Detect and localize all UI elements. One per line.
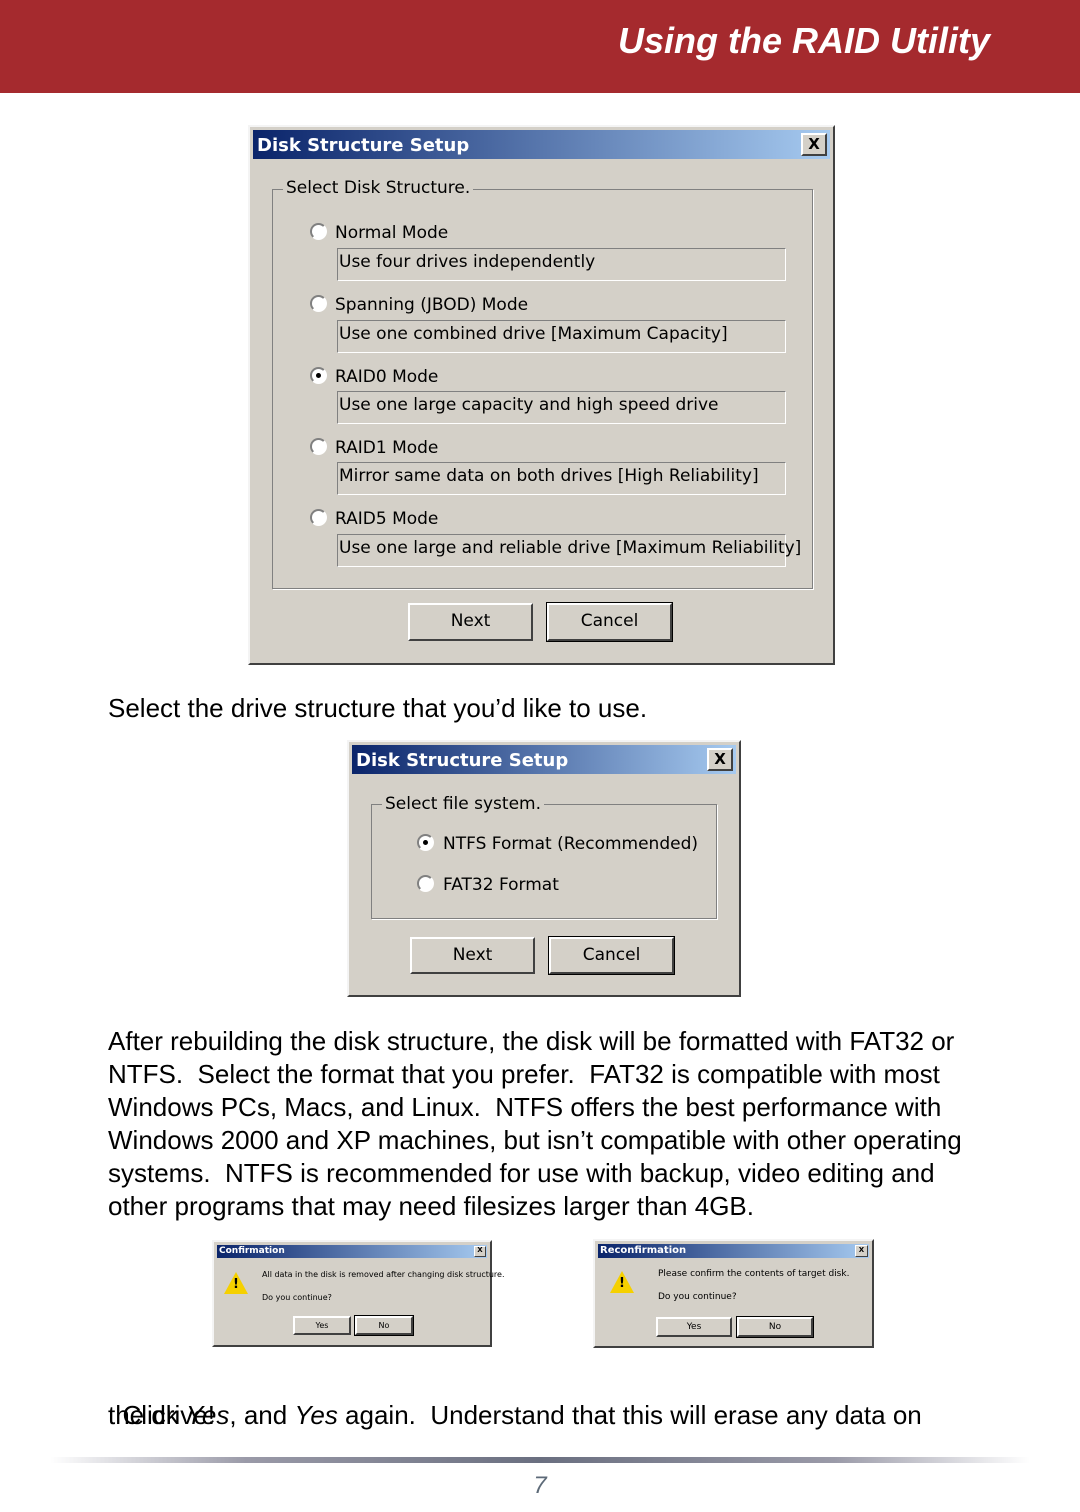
reconfirm-message: Please confirm the contents of target di… <box>658 1269 850 1279</box>
spanning-mode-label: Spanning (JBOD) Mode <box>335 295 529 315</box>
normal-mode-description: Use four drives independently <box>337 248 786 281</box>
spanning-mode-description: Use one combined drive [Maximum Capacity… <box>337 320 786 353</box>
file-system-group <box>371 804 717 919</box>
title-bar: Reconfirmation X <box>598 1244 869 1258</box>
page-header: Using the RAID Utility <box>0 0 1080 93</box>
close-button[interactable]: X <box>707 748 733 771</box>
dialog-title: Disk Structure Setup <box>356 750 569 771</box>
paragraph-line: other programs that may need filesizes l… <box>108 1191 754 1221</box>
raid1-mode-description: Mirror same data on both drives [High Re… <box>337 462 786 495</box>
dialog-title: Reconfirmation <box>600 1245 687 1256</box>
caption-select-structure: Select the drive structure that you’d li… <box>108 693 648 723</box>
no-button[interactable]: No <box>354 1315 414 1336</box>
dialog-title: Disk Structure Setup <box>257 135 470 156</box>
radio-ntfs-format[interactable] <box>417 834 434 851</box>
dialog-title: Confirmation <box>219 1246 285 1256</box>
title-bar: Disk Structure Setup X <box>352 745 736 774</box>
title-bar: Disk Structure Setup X <box>253 130 830 159</box>
normal-mode-label: Normal Mode <box>335 223 449 243</box>
paragraph-line: Windows PCs, Macs, and Linux. NTFS offer… <box>108 1092 942 1122</box>
warning-icon: ! <box>610 1271 634 1293</box>
title-bar: Confirmation X <box>217 1245 487 1258</box>
radio-fat32-format[interactable] <box>417 875 434 892</box>
caption-click-yes-line2: the drive! <box>108 1400 215 1430</box>
group-label: Select file system. <box>382 794 545 814</box>
caption-text: , and <box>229 1400 295 1430</box>
footer-divider <box>50 1457 1030 1463</box>
fat32-format-label: FAT32 Format <box>443 875 559 895</box>
close-button[interactable]: X <box>474 1246 486 1257</box>
radio-raid5-mode[interactable] <box>310 509 327 526</box>
paragraph-line: Windows 2000 and XP machines, but isn’t … <box>108 1125 962 1155</box>
no-button[interactable]: No <box>736 1316 814 1338</box>
group-label: Select Disk Structure. <box>283 178 474 198</box>
disk-structure-dialog: Disk Structure Setup X Select Disk Struc… <box>248 125 835 665</box>
paragraph-line: NTFS. Select the format that you prefer.… <box>108 1059 940 1089</box>
radio-raid1-mode[interactable] <box>310 438 327 455</box>
cancel-button[interactable]: Cancel <box>546 602 673 642</box>
next-button[interactable]: Next <box>408 603 533 641</box>
raid0-mode-description: Use one large capacity and high speed dr… <box>337 391 786 424</box>
confirmation-dialog: Confirmation X ! All data in the disk is… <box>212 1240 505 1347</box>
raid0-mode-label: RAID0 Mode <box>335 367 439 387</box>
caption-emphasis: Yes <box>294 1400 338 1430</box>
raid5-mode-label: RAID5 Mode <box>335 509 439 529</box>
close-button[interactable]: X <box>801 133 827 156</box>
radio-raid0-mode[interactable] <box>310 367 327 384</box>
page-number: 7 <box>533 1472 547 1499</box>
close-button[interactable]: X <box>855 1245 868 1257</box>
confirm-message: All data in the disk is removed after ch… <box>262 1270 505 1279</box>
confirm-question: Do you continue? <box>262 1293 332 1302</box>
radio-spanning-mode[interactable] <box>310 295 327 312</box>
cancel-button[interactable]: Cancel <box>548 936 675 975</box>
yes-button[interactable]: Yes <box>293 1316 351 1335</box>
warning-icon: ! <box>224 1272 248 1294</box>
caption-click-yes: Click Yes, and Yes again. Understand tha… <box>108 1366 922 1432</box>
page-title: Using the RAID Utility <box>617 20 990 61</box>
yes-button[interactable]: Yes <box>656 1317 732 1337</box>
next-button[interactable]: Next <box>410 937 535 974</box>
ntfs-format-label: NTFS Format (Recommended) <box>443 834 698 854</box>
reconfirm-question: Do you continue? <box>658 1292 737 1302</box>
paragraph-line: systems. NTFS is recommended for use wit… <box>108 1158 935 1188</box>
radio-normal-mode[interactable] <box>310 223 327 240</box>
raid1-mode-label: RAID1 Mode <box>335 438 439 458</box>
reconfirmation-dialog: Reconfirmation X ! Please confirm the co… <box>593 1239 874 1348</box>
caption-text: again. Understand that this will erase a… <box>337 1400 922 1430</box>
paragraph-line: After rebuilding the disk structure, the… <box>108 1026 955 1056</box>
raid5-mode-description: Use one large and reliable drive [Maximu… <box>337 534 801 567</box>
file-system-dialog: Disk Structure Setup X Select file syste… <box>347 740 741 997</box>
